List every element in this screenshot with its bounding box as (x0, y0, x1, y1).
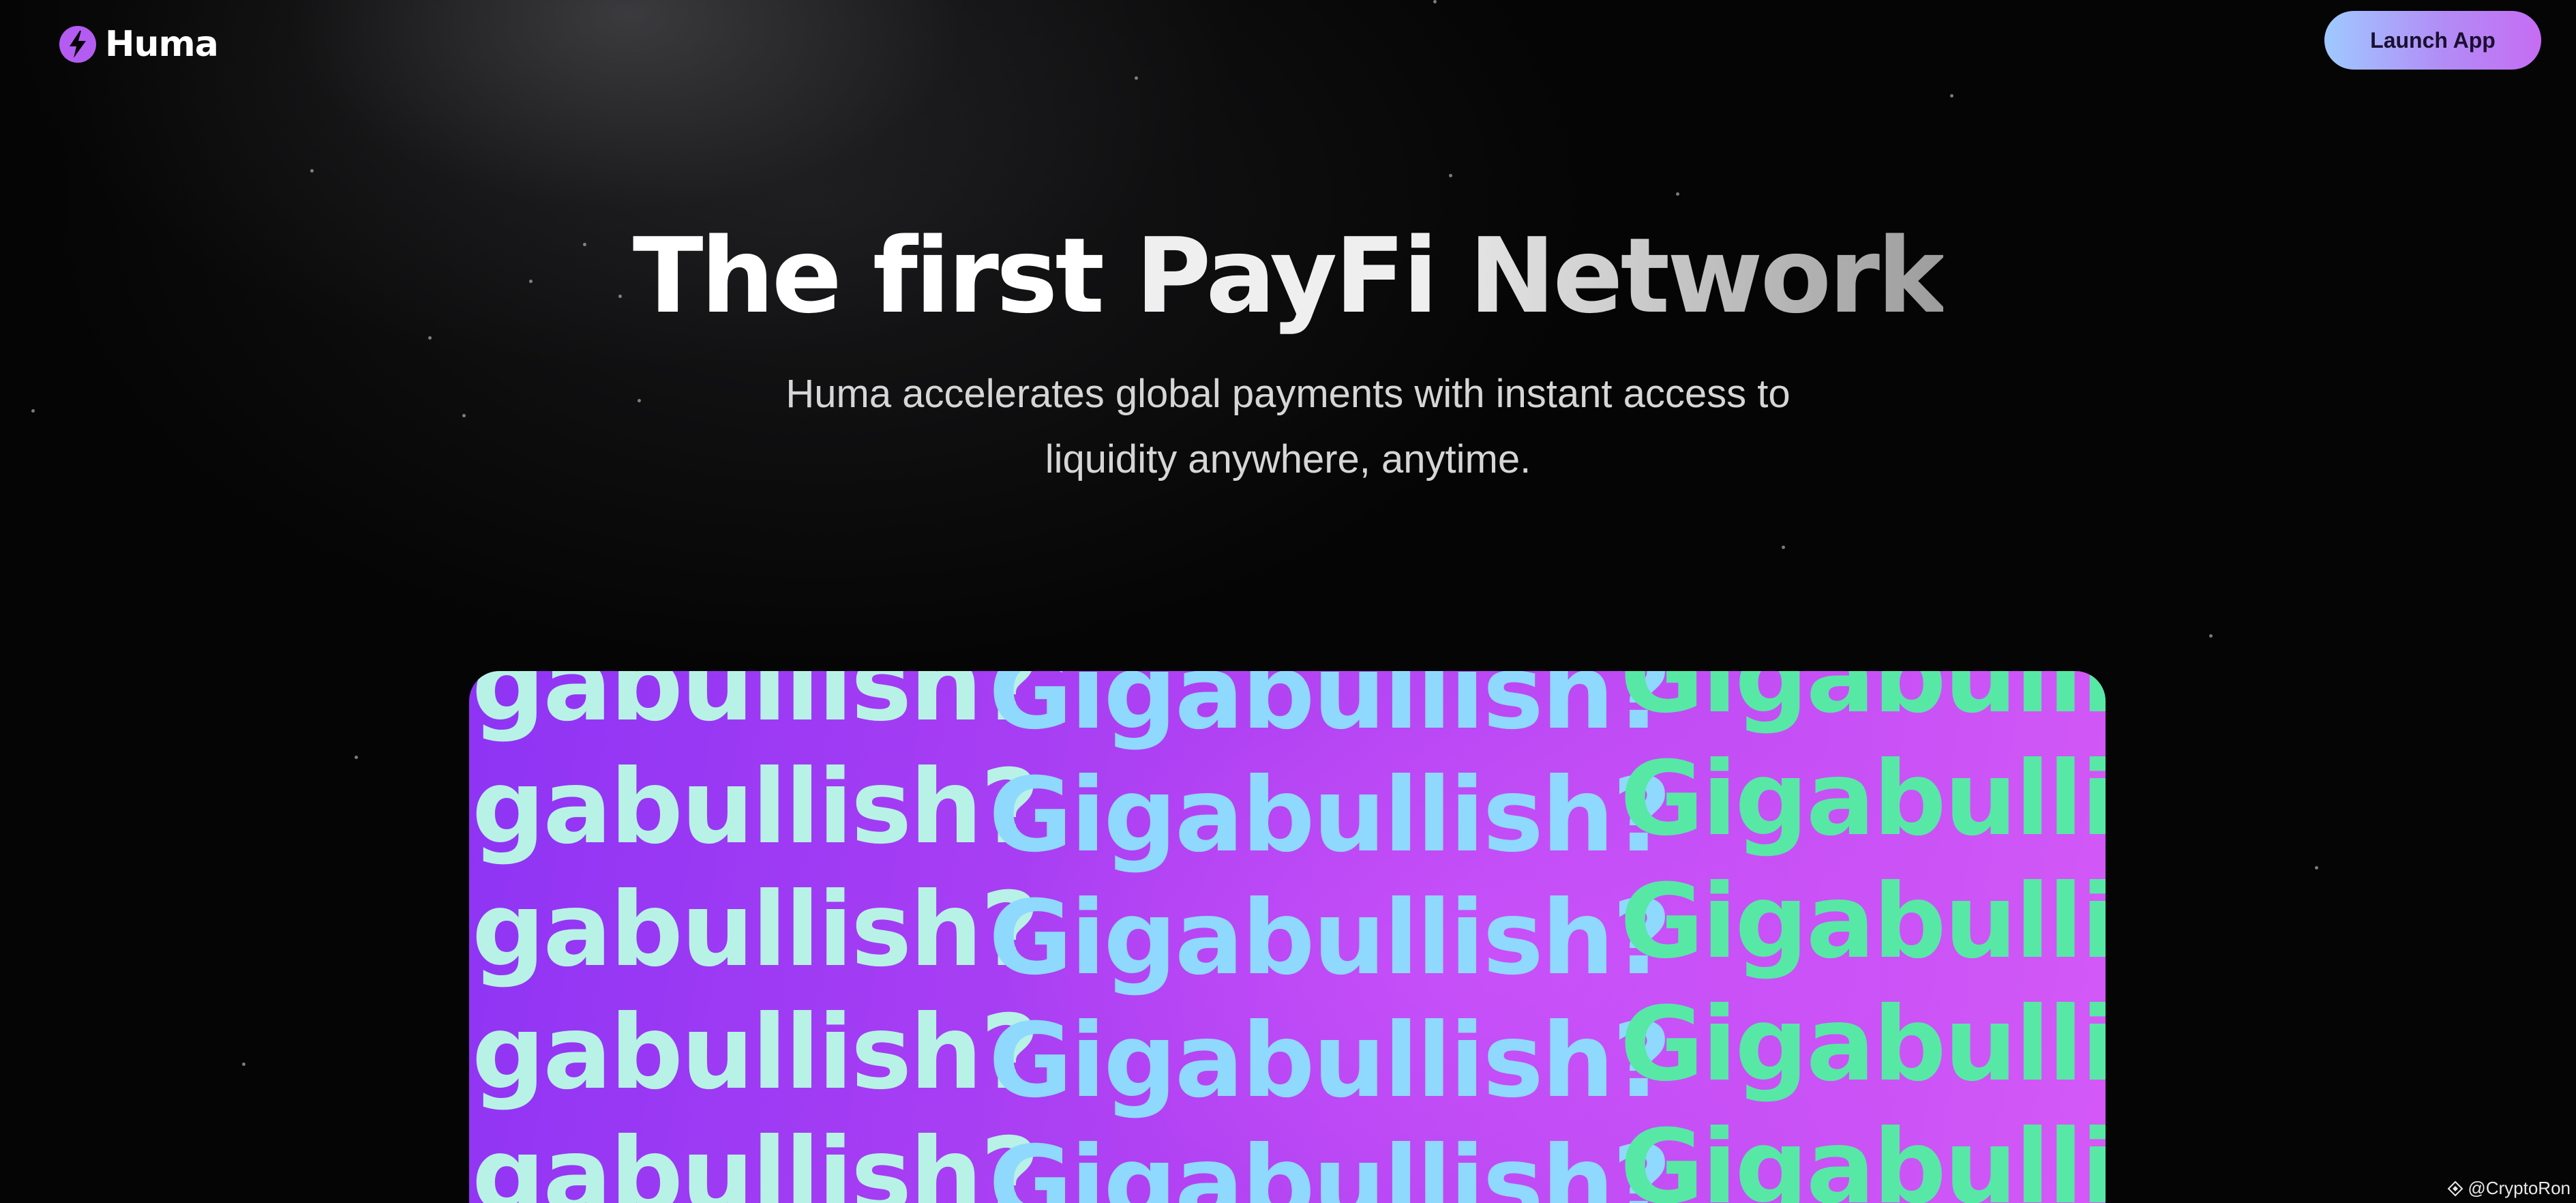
star (1782, 546, 1785, 549)
watermark: @CryptoRon (2447, 1178, 2571, 1199)
banner-word: Gigabullis (1620, 740, 2106, 859)
logo-text: Huma (105, 24, 219, 65)
top-nav: Huma Launch App (0, 0, 2576, 89)
star (355, 756, 358, 759)
banner-row: gabullish? Gigabullish? Gigabullis (469, 740, 2106, 875)
landing-page: Huma Launch App The first PayFi Network … (0, 0, 2576, 1203)
banner-word: Gigabullish? (989, 671, 1672, 752)
hero-subtitle: Huma accelerates global payments with in… (716, 361, 1860, 492)
banner-word: Gigabullis (1620, 863, 2106, 981)
star (638, 399, 641, 402)
banner-row: gabullish? Gigabullish? Gigabullis (469, 863, 2106, 998)
banner-row: gabullish? Gigabullish? Gigabullis (469, 1108, 2106, 1203)
banner-word: gabullish? (472, 994, 1040, 1112)
watermark-text: @CryptoRon (2468, 1178, 2571, 1198)
banner-word: Gigabullis (1620, 1108, 2106, 1203)
star (1449, 174, 1452, 177)
binance-diamond-icon (2447, 1180, 2463, 1196)
banner-word: gabullish? (472, 871, 1040, 990)
hero-title-part1: The first (632, 216, 1136, 336)
banner-row: gabullish? Gigabullish? Gigabullis (469, 671, 2106, 752)
banner-row: gabullish? Gigabullish? Gigabullis (469, 985, 2106, 1120)
star (1676, 192, 1679, 196)
hero-subtitle-line1: Huma accelerates global payments with in… (785, 372, 1791, 416)
banner-word: gabullish? (472, 748, 1040, 867)
star (310, 169, 314, 173)
star (31, 409, 35, 413)
banner-word: gabullish? (472, 1116, 1040, 1203)
banner-word: Gigabullish? (989, 1125, 1672, 1203)
lightning-bolt-icon (59, 26, 96, 63)
banner-word: Gigabullish? (989, 1002, 1672, 1120)
launch-app-button[interactable]: Launch App (2324, 11, 2541, 70)
star (2209, 634, 2213, 638)
star (2315, 866, 2318, 870)
banner-word: Gigabullis (1620, 985, 2106, 1104)
star (462, 414, 466, 417)
banner-word: Gigabullis (1620, 671, 2106, 736)
hero-title-part3: Network (1469, 216, 1946, 336)
logo-link[interactable]: Huma (59, 23, 219, 65)
promo-banner: gabullish? Gigabullish? Gigabullis gabul… (469, 671, 2106, 1203)
star (1950, 94, 1953, 98)
hero-title: The first PayFi Network (0, 211, 2576, 341)
banner-word: Gigabullish? (989, 756, 1672, 875)
banner-word: gabullish? (472, 671, 1040, 744)
star (242, 1063, 245, 1066)
hero-subtitle-line2: liquidity anywhere, anytime. (1045, 437, 1531, 481)
banner-word: Gigabullish? (989, 879, 1672, 998)
hero-title-part2: PayFi (1135, 216, 1469, 336)
